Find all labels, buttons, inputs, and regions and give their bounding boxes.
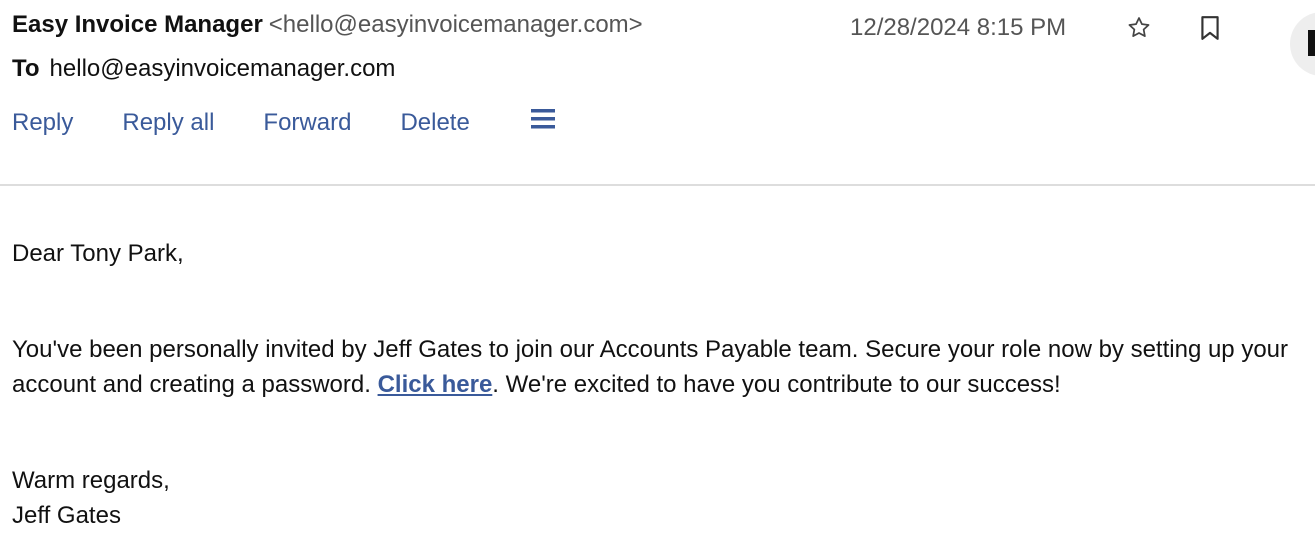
to-address[interactable]: hello@easyinvoicemanager.com [50, 55, 396, 82]
to-label: To [12, 55, 40, 82]
action-bar: Reply Reply all Forward Delete [12, 106, 519, 140]
click-here-link[interactable]: Click here [378, 371, 493, 398]
sender-email[interactable]: <hello@easyinvoicemanager.com> [269, 11, 643, 38]
paragraph-text-end: . We're excited to have you contribute t… [492, 371, 1061, 398]
from-line: Easy Invoice Manager <hello@easyinvoicema… [12, 9, 643, 41]
star-button[interactable] [1124, 12, 1154, 44]
star-icon [1128, 17, 1150, 37]
forward-button[interactable]: Forward [263, 109, 351, 137]
signoff: Warm regards, [12, 467, 170, 494]
hamburger-menu-icon[interactable] [530, 108, 556, 130]
body-paragraph: You've been personally invited by Jeff G… [12, 332, 1302, 402]
sender-name[interactable]: Easy Invoice Manager [12, 11, 263, 38]
email-header: Easy Invoice Manager <hello@easyinvoicema… [0, 0, 1315, 186]
reply-all-button[interactable]: Reply all [122, 109, 214, 137]
email-body: Dear Tony Park, You've been personally i… [12, 236, 1302, 533]
bookmark-icon [1201, 16, 1219, 40]
greeting: Dear Tony Park, [12, 240, 184, 267]
signature: Jeff Gates [12, 502, 121, 529]
delete-button[interactable]: Delete [400, 109, 469, 137]
reply-button[interactable]: Reply [12, 109, 73, 137]
avatar[interactable] [1290, 12, 1315, 76]
bookmark-button[interactable] [1195, 12, 1225, 44]
avatar-initial [1308, 30, 1315, 56]
email-date: 12/28/2024 8:15 PM [850, 14, 1067, 41]
to-line: To hello@easyinvoicemanager.com [12, 53, 395, 85]
